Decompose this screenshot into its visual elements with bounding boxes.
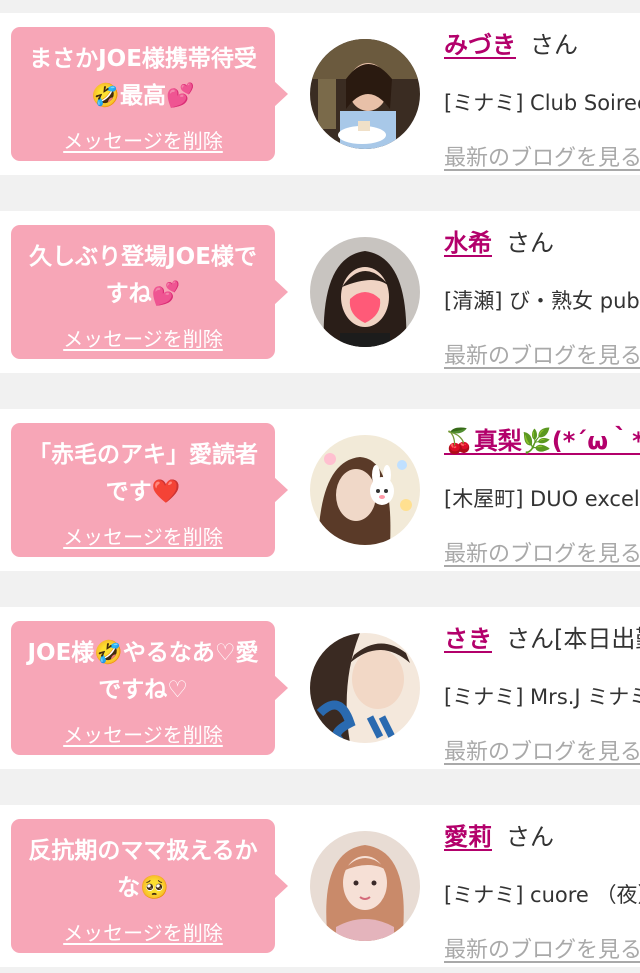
delete-message-link[interactable]: メッセージを削除 [11, 719, 275, 748]
cast-name-link[interactable]: みづき [444, 31, 516, 59]
message-text: 「赤毛のアキ」愛読者です❤️ [28, 442, 258, 505]
message-card: まさかJOE様携帯待受🤣最高💕 メッセージを削除 みづき さん [ミナミ] Clu… [0, 13, 640, 175]
message-text: まさかJOE様携帯待受🤣最高💕 [29, 46, 257, 109]
shop-label: [ミナミ] cuore （夜） [444, 883, 640, 907]
delete-message-link[interactable]: メッセージを削除 [11, 521, 275, 550]
avatar[interactable] [310, 435, 420, 545]
message-card: 久しぶり登場JOE様ですね💕 メッセージを削除 水希 さん [清瀬] び・熟女 p… [0, 211, 640, 373]
message-bubble: まさかJOE様携帯待受🤣最高💕 メッセージを削除 [11, 27, 288, 161]
message-bubble: 反抗期のママ扱えるかな🥺 メッセージを削除 [11, 819, 288, 953]
avatar[interactable] [310, 39, 420, 149]
name-suffix: さん[本日出勤] [506, 625, 640, 653]
latest-blog-link[interactable]: 最新のブログを見る [444, 338, 640, 370]
message-text: 反抗期のママ扱えるかな🥺 [28, 838, 258, 901]
message-text: JOE様🤣やるなあ♡愛ですね♡ [27, 640, 259, 703]
name-suffix: さん [506, 823, 554, 851]
shop-label: [ミナミ] Mrs.J ミナミ [444, 685, 640, 709]
delete-message-link[interactable]: メッセージを削除 [11, 323, 275, 352]
latest-blog-link[interactable]: 最新のブログを見る [444, 932, 640, 964]
latest-blog-link[interactable]: 最新のブログを見る [444, 536, 640, 568]
shop-label: [ミナミ] Club Soiree [444, 91, 640, 115]
delete-message-link[interactable]: メッセージを削除 [11, 917, 275, 946]
name-suffix: さん [506, 229, 554, 257]
message-card: JOE様🤣やるなあ♡愛ですね♡ メッセージを削除 さきさん[本日出勤] [ミナミ… [0, 607, 640, 769]
cast-name-link[interactable]: 水希 [444, 229, 492, 257]
message-card: 「赤毛のアキ」愛読者です❤️ メッセージを削除 🍒真梨🌿(*´ω｀*) [木屋町… [0, 409, 640, 571]
message-card: 反抗期のママ扱えるかな🥺 メッセージを削除 愛莉 さん [ミナミ] cuore （… [0, 805, 640, 967]
message-text: 久しぶり登場JOE様ですね💕 [29, 244, 257, 307]
shop-label: [木屋町] DUO excellent [444, 487, 640, 511]
message-bubble: 「赤毛のアキ」愛読者です❤️ メッセージを削除 [11, 423, 288, 557]
cast-name-link[interactable]: 愛莉 [444, 823, 492, 851]
message-bubble: JOE様🤣やるなあ♡愛ですね♡ メッセージを削除 [11, 621, 288, 755]
shop-label: [清瀬] び・熟女 pub [444, 289, 640, 313]
avatar[interactable] [310, 633, 420, 743]
latest-blog-link[interactable]: 最新のブログを見る [444, 140, 640, 172]
cast-name-link[interactable]: 🍒真梨🌿(*´ω｀*) [444, 427, 640, 455]
delete-message-link[interactable]: メッセージを削除 [11, 125, 275, 154]
avatar[interactable] [310, 831, 420, 941]
name-suffix: さん [530, 31, 578, 59]
cast-name-link[interactable]: さき [444, 625, 492, 653]
avatar[interactable] [310, 237, 420, 347]
message-bubble: 久しぶり登場JOE様ですね💕 メッセージを削除 [11, 225, 288, 359]
latest-blog-link[interactable]: 最新のブログを見る [444, 734, 640, 766]
